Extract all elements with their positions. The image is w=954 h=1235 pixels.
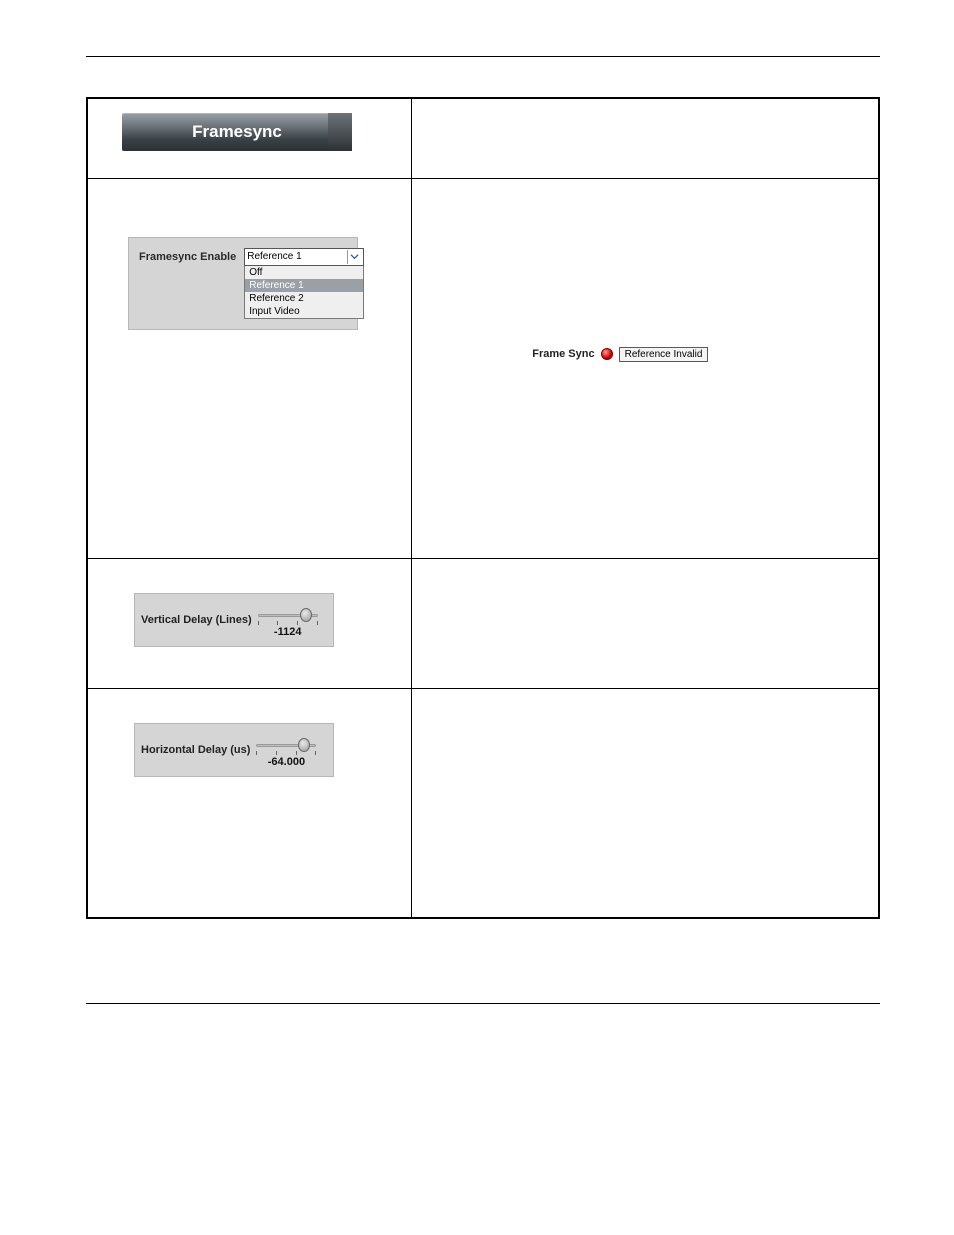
frame-sync-status: Frame Sync Reference Invalid xyxy=(532,347,868,362)
horizontal-delay-value: -64.000 xyxy=(268,756,305,768)
dropdown-selected-value: Reference 1 xyxy=(247,251,301,262)
framesync-table: Framesync Framesync Enable Reference 1 xyxy=(86,97,880,919)
option-reference-2[interactable]: Reference 2 xyxy=(245,292,363,305)
horizontal-delay-panel: Horizontal Delay (us) -64.000 xyxy=(134,723,334,777)
option-off[interactable]: Off xyxy=(245,266,363,279)
banner-title: Framesync xyxy=(192,122,282,142)
vertical-delay-value: -1124 xyxy=(274,626,302,638)
option-reference-1[interactable]: Reference 1 xyxy=(245,279,363,292)
option-input-video[interactable]: Input Video xyxy=(245,305,363,318)
vertical-delay-panel: Vertical Delay (Lines) -1124 xyxy=(134,593,334,647)
header-rule xyxy=(86,56,880,57)
slider-thumb-icon[interactable] xyxy=(298,738,310,752)
horizontal-delay-slider[interactable] xyxy=(256,738,316,752)
frame-sync-status-value: Reference Invalid xyxy=(619,347,709,362)
slider-thumb-icon[interactable] xyxy=(300,608,312,622)
framesync-enable-dropdown[interactable]: Reference 1 xyxy=(244,248,364,266)
vertical-delay-label: Vertical Delay (Lines) xyxy=(141,608,252,626)
chevron-down-icon xyxy=(347,250,361,264)
frame-sync-status-label: Frame Sync xyxy=(532,348,594,360)
framesync-banner: Framesync xyxy=(122,113,352,151)
footer-rule xyxy=(86,1003,880,1004)
framesync-enable-panel: Framesync Enable Reference 1 Off xyxy=(128,237,358,330)
banner-shadow xyxy=(328,113,352,151)
horizontal-delay-label: Horizontal Delay (us) xyxy=(141,738,250,756)
framesync-enable-label: Framesync Enable xyxy=(139,248,236,263)
vertical-delay-slider[interactable] xyxy=(258,608,318,622)
status-dot-icon xyxy=(601,348,613,360)
framesync-enable-dropdown-list[interactable]: Off Reference 1 Reference 2 Input Video xyxy=(244,266,364,319)
